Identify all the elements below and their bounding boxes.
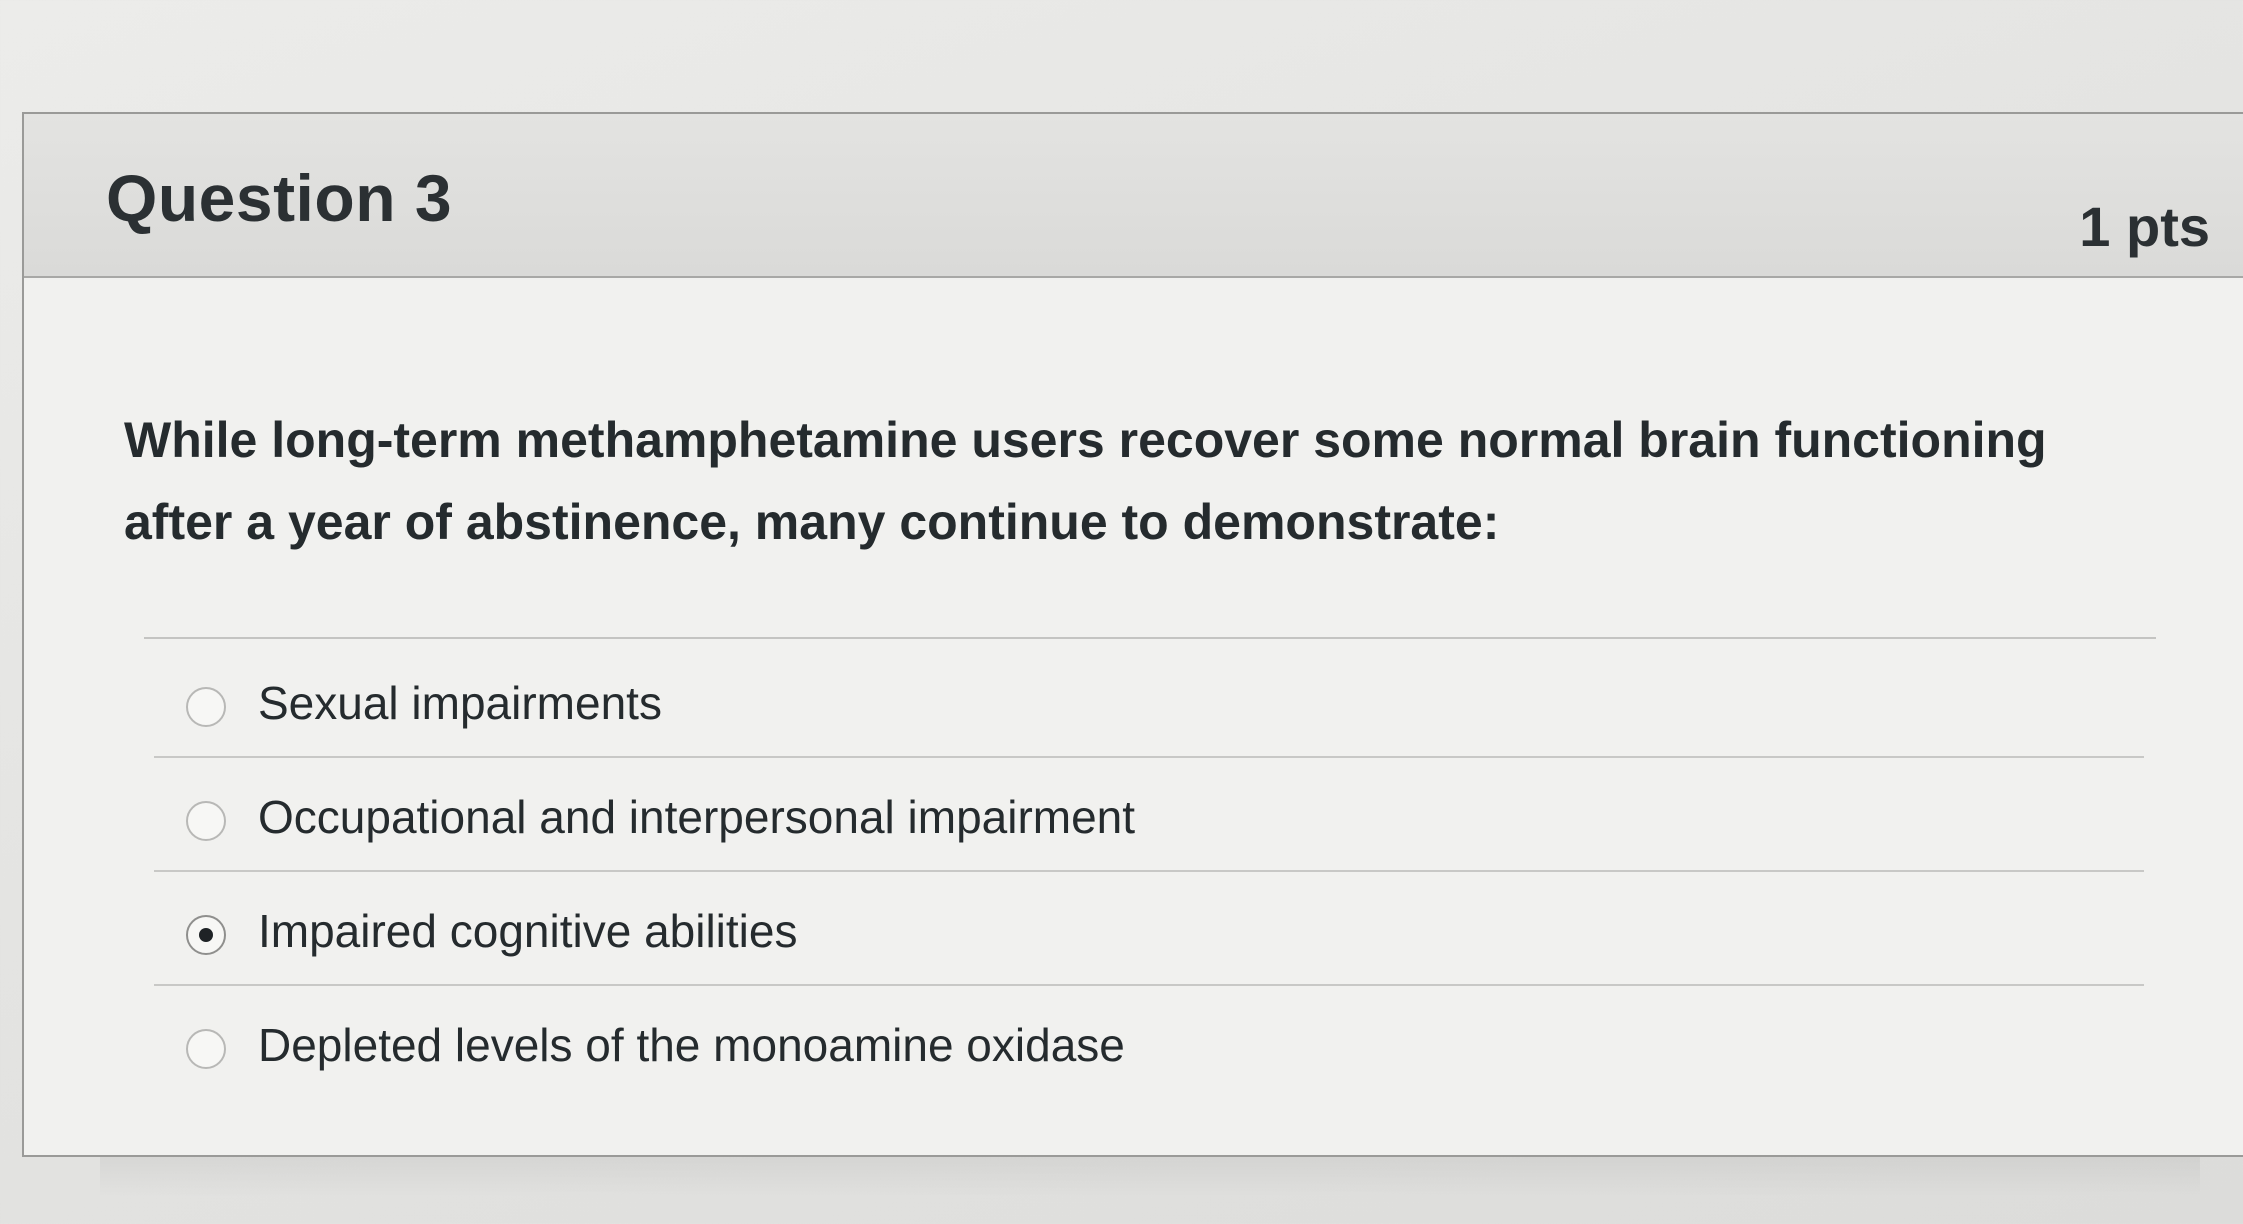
- answer-label[interactable]: Sexual impairments: [258, 676, 662, 730]
- answer-label[interactable]: Impaired cognitive abilities: [258, 904, 798, 958]
- answer-option-occupational-impairment[interactable]: Occupational and interpersonal impairmen…: [154, 758, 2144, 872]
- radio-button[interactable]: [186, 801, 226, 841]
- question-title: Question 3: [106, 161, 453, 235]
- question-points: 1 pts: [2079, 195, 2210, 258]
- card-shadow: [100, 1157, 2200, 1197]
- answer-option-depleted-monoamine-oxidase[interactable]: Depleted levels of the monoamine oxidase: [154, 986, 2144, 1100]
- question-card: Question 3 1 pts While long-term methamp…: [22, 112, 2243, 1157]
- radio-button-selected[interactable]: [186, 915, 226, 955]
- answers-divider: [144, 637, 2156, 639]
- answer-label[interactable]: Occupational and interpersonal impairmen…: [258, 790, 1135, 844]
- question-text: While long-term methamphetamine users re…: [124, 412, 2047, 550]
- answer-label[interactable]: Depleted levels of the monoamine oxidase: [258, 1018, 1125, 1072]
- radio-button[interactable]: [186, 1029, 226, 1069]
- answer-option-sexual-impairments[interactable]: Sexual impairments: [154, 644, 2144, 758]
- question-header: Question 3 1 pts: [24, 114, 2243, 278]
- answer-option-impaired-cognitive-abilities[interactable]: Impaired cognitive abilities: [154, 872, 2144, 986]
- radio-button[interactable]: [186, 687, 226, 727]
